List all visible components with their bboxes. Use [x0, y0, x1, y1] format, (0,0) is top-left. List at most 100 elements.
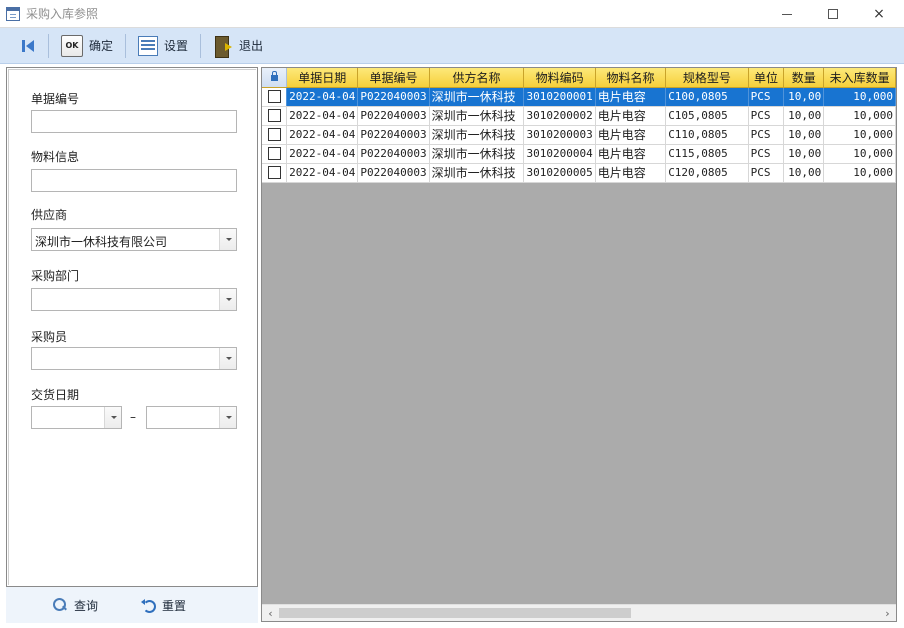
dropdown-arrow-icon[interactable] [219, 229, 236, 250]
lock-icon [270, 71, 278, 82]
cell-doc-no: P022040003 [357, 144, 430, 164]
dropdown-arrow-icon[interactable] [219, 407, 236, 428]
scroll-right-icon[interactable]: › [879, 605, 896, 621]
cell-material-name: 电片电容 [595, 125, 667, 145]
minimize-icon [782, 13, 792, 15]
dropdown-arrow-icon[interactable] [219, 289, 236, 310]
cell-unit: PCS [748, 163, 785, 183]
settings-button[interactable]: 设置 [132, 31, 194, 61]
buyer-combo[interactable] [31, 347, 237, 370]
table-row[interactable]: 2022-04-04 P022040003 深圳市一休科技 3010200004… [262, 144, 896, 164]
col-header-date[interactable]: 单据日期 [286, 68, 359, 88]
dropdown-arrow-icon[interactable] [104, 407, 121, 428]
col-header-material-name[interactable]: 物料名称 [595, 68, 667, 88]
material-input[interactable] [31, 169, 237, 192]
row-select-cell[interactable] [262, 87, 288, 107]
filter-panel: 单据编号 物料信息 供应商 深圳市一休科技有限公司 采购部门 采购员 交货日期 … [6, 67, 258, 587]
table-row[interactable]: 2022-04-04 P022040003 深圳市一休科技 3010200002… [262, 106, 896, 126]
row-select-cell[interactable] [262, 144, 288, 164]
reset-button[interactable]: 重置 [140, 597, 186, 614]
date-from-picker[interactable] [31, 406, 122, 429]
cell-date: 2022-04-04 [286, 106, 359, 126]
dept-combo[interactable] [31, 288, 237, 311]
row-select-cell[interactable] [262, 163, 288, 183]
cell-material-code: 3010200001 [523, 87, 596, 107]
date-separator: – [130, 410, 136, 424]
table-row[interactable]: 2022-04-04 P022040003 深圳市一休科技 3010200001… [262, 87, 896, 107]
settings-icon [138, 35, 159, 56]
cell-material-name: 电片电容 [595, 163, 667, 183]
buyer-label: 采购员 [31, 330, 68, 344]
cell-date: 2022-04-04 [286, 87, 359, 107]
exit-door-icon [213, 35, 233, 58]
exit-button[interactable]: 退出 [207, 31, 269, 61]
close-button[interactable]: × [856, 0, 902, 28]
row-checkbox[interactable] [267, 90, 281, 104]
horizontal-scrollbar[interactable]: ‹ › [262, 604, 896, 621]
row-select-cell[interactable] [262, 125, 288, 145]
toolbar-separator [200, 33, 202, 58]
cell-date: 2022-04-04 [286, 125, 359, 145]
col-header-unit[interactable]: 单位 [748, 68, 785, 88]
row-select-cell[interactable] [262, 106, 288, 126]
first-record-button[interactable] [0, 31, 42, 61]
cell-qty: 10,00 [783, 87, 825, 107]
ok-button[interactable]: OK 确定 [55, 31, 119, 61]
filter-panel-inner: 单据编号 物料信息 供应商 深圳市一休科技有限公司 采购部门 采购员 交货日期 … [8, 69, 256, 585]
toolbar: OK 确定 设置 退出 [0, 28, 904, 64]
toolbar-separator [48, 33, 49, 58]
col-header-supplier[interactable]: 供方名称 [429, 68, 525, 88]
row-checkbox[interactable] [267, 109, 281, 123]
scroll-left-icon[interactable]: ‹ [262, 605, 279, 621]
row-checkbox[interactable] [267, 147, 281, 161]
search-icon [52, 597, 68, 613]
select-all-header[interactable] [262, 68, 288, 88]
col-header-spec[interactable]: 规格型号 [665, 68, 749, 88]
exit-label: 退出 [239, 39, 264, 53]
row-checkbox[interactable] [267, 128, 281, 142]
cell-unit: PCS [748, 87, 785, 107]
ok-label: 确定 [89, 39, 114, 53]
cell-pending-qty: 10,000 [823, 87, 896, 107]
delivery-date-label: 交货日期 [31, 388, 80, 402]
minimize-button[interactable] [764, 0, 810, 28]
table-row[interactable]: 2022-04-04 P022040003 深圳市一休科技 3010200003… [262, 125, 896, 145]
supplier-combo[interactable]: 深圳市一休科技有限公司 [31, 228, 237, 251]
cell-supplier: 深圳市一休科技 [429, 106, 525, 126]
query-button[interactable]: 查询 [52, 597, 98, 614]
table-row[interactable]: 2022-04-04 P022040003 深圳市一休科技 3010200005… [262, 163, 896, 183]
supplier-label: 供应商 [31, 208, 68, 222]
ok-icon: OK [61, 34, 83, 57]
toolbar-separator [125, 33, 127, 58]
reset-label: 重置 [162, 598, 187, 613]
cell-pending-qty: 10,000 [823, 106, 896, 126]
col-header-material-code[interactable]: 物料编码 [523, 68, 596, 88]
settings-label: 设置 [164, 39, 189, 53]
maximize-button[interactable] [810, 0, 856, 28]
cell-doc-no: P022040003 [357, 163, 430, 183]
row-checkbox[interactable] [267, 166, 281, 180]
col-header-qty[interactable]: 数量 [783, 68, 825, 88]
doc-no-input[interactable] [31, 110, 237, 133]
query-label: 查询 [74, 598, 99, 613]
cell-material-code: 3010200005 [523, 163, 596, 183]
cell-unit: PCS [748, 144, 785, 164]
cell-date: 2022-04-04 [286, 163, 359, 183]
scroll-thumb[interactable] [279, 608, 631, 618]
material-label: 物料信息 [31, 150, 80, 164]
cell-supplier: 深圳市一休科技 [429, 163, 525, 183]
cell-material-name: 电片电容 [595, 144, 667, 164]
dropdown-arrow-icon[interactable] [219, 348, 236, 369]
col-header-doc-no[interactable]: 单据编号 [357, 68, 430, 88]
col-header-pending-qty[interactable]: 未入库数量 [823, 68, 896, 88]
date-to-picker[interactable] [146, 406, 237, 429]
cell-material-code: 3010200002 [523, 106, 596, 126]
cell-spec: C115,0805 [665, 144, 749, 164]
cell-doc-no: P022040003 [357, 106, 430, 126]
cell-spec: C100,0805 [665, 87, 749, 107]
cell-qty: 10,00 [783, 106, 825, 126]
cell-material-code: 3010200004 [523, 144, 596, 164]
cell-unit: PCS [748, 125, 785, 145]
results-grid: 单据日期 单据编号 供方名称 物料编码 物料名称 规格型号 单位 数量 未入库数… [261, 67, 897, 622]
results-table: 单据日期 单据编号 供方名称 物料编码 物料名称 规格型号 单位 数量 未入库数… [262, 68, 896, 183]
